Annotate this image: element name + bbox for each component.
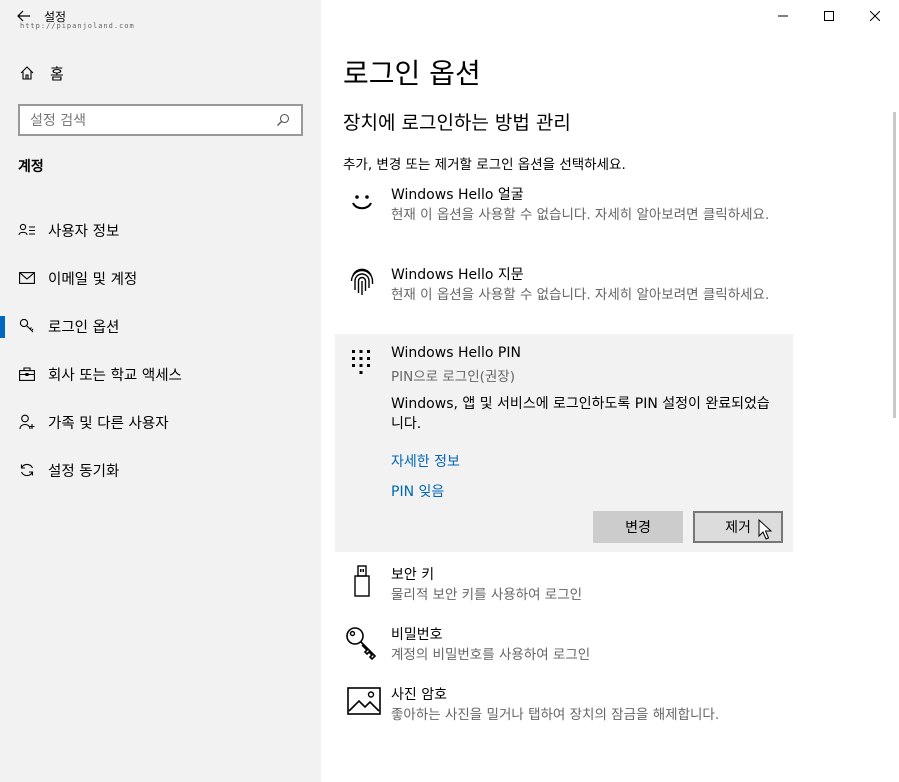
smiley-face-icon (347, 186, 377, 216)
keypad-icon (349, 348, 377, 376)
option-hello-fingerprint[interactable]: Windows Hello 지문 현재 이 옵션을 사용할 수 없습니다. 자세… (343, 264, 791, 324)
sidebar-item-family[interactable]: 가족 및 다른 사용자 (0, 398, 321, 446)
option-desc: Windows, 앱 및 서비스에 로그인하도록 PIN 설정이 완료되었습니다… (391, 396, 770, 432)
sidebar-item-sync[interactable]: 설정 동기화 (0, 446, 321, 494)
option-title: 비밀번호 (391, 627, 443, 643)
option-title: 보안 키 (391, 567, 435, 583)
sidebar-item-label: 사용자 정보 (48, 223, 120, 240)
option-password[interactable]: 비밀번호 계정의 비밀번호를 사용하여 로그인 (343, 624, 791, 668)
usb-key-icon (347, 565, 377, 597)
sidebar-item-label: 가족 및 다른 사용자 (48, 415, 169, 432)
option-desc: 물리적 보안 키를 사용하여 로그인 (391, 587, 583, 603)
sidebar-item-label: 회사 또는 학교 액세스 (48, 367, 182, 384)
option-security-key[interactable]: 보안 키 물리적 보안 키를 사용하여 로그인 (343, 564, 791, 608)
option-title: Windows Hello PIN (391, 345, 521, 361)
sidebar-item-sign-in-options[interactable]: 로그인 옵션 (0, 302, 321, 350)
content-pane: 로그인 옵션 장치에 로그인하는 방법 관리 추가, 변경 또는 제거할 로그인… (321, 0, 899, 782)
scrollbar-thumb[interactable] (893, 112, 896, 418)
mail-icon (18, 269, 36, 287)
option-title: Windows Hello 지문 (391, 267, 524, 283)
learn-more-link[interactable]: 자세한 정보 (391, 451, 460, 471)
option-picture-password[interactable]: 사진 암호 좋아하는 사진을 밀거나 탭하여 장치의 잠금을 해제합니다. (343, 684, 791, 744)
search-icon[interactable] (275, 112, 291, 128)
mouse-cursor-icon (758, 519, 772, 540)
search-box[interactable]: 설정 검색 (18, 104, 303, 136)
key-icon (345, 626, 379, 660)
back-arrow-icon (17, 10, 30, 22)
user-info-icon (18, 221, 36, 239)
briefcase-icon (18, 365, 36, 383)
home-icon (18, 64, 36, 82)
sidebar-nav: 사용자 정보 이메일 및 계정 로그인 옵션 회사 또는 학교 액세스 가족 및… (0, 206, 321, 494)
sidebar-item-label: 이메일 및 계정 (48, 271, 138, 288)
sidebar-item-user-info[interactable]: 사용자 정보 (0, 206, 321, 254)
forgot-pin-link[interactable]: PIN 잊음 (391, 481, 444, 501)
page-title: 로그인 옵션 (343, 57, 481, 90)
option-desc: 계정의 비밀번호를 사용하여 로그인 (391, 647, 591, 663)
option-title: 사진 암호 (391, 687, 447, 703)
instruction-text: 추가, 변경 또는 제거할 로그인 옵션을 선택하세요. (343, 157, 626, 173)
watermark: http://pipanjoland.com (20, 22, 135, 30)
option-desc: 현재 이 옵션을 사용할 수 없습니다. 자세히 알아보려면 클릭하세요. (391, 287, 770, 303)
option-desc: 현재 이 옵션을 사용할 수 없습니다. 자세히 알아보려면 클릭하세요. (391, 207, 770, 223)
home-label: 홈 (50, 64, 64, 83)
section-title: 계정 (18, 159, 44, 175)
picture-icon (347, 686, 381, 716)
sidebar-item-home[interactable]: 홈 (18, 62, 64, 84)
sidebar-item-label: 설정 동기화 (48, 463, 120, 480)
fingerprint-icon (347, 266, 377, 296)
key-icon (18, 317, 36, 335)
option-desc: 좋아하는 사진을 밀거나 탭하여 장치의 잠금을 해제합니다. (391, 707, 720, 723)
sidebar-item-label: 로그인 옵션 (48, 319, 120, 336)
option-title: Windows Hello 얼굴 (391, 187, 524, 203)
sidebar: 설정 http://pipanjoland.com 홈 설정 검색 계정 사용자… (0, 0, 321, 782)
page-subtitle: 장치에 로그인하는 방법 관리 (343, 112, 571, 134)
option-subtitle: PIN으로 로그인(권장) (391, 369, 515, 385)
sidebar-item-work-school[interactable]: 회사 또는 학교 액세스 (0, 350, 321, 398)
option-hello-face[interactable]: Windows Hello 얼굴 현재 이 옵션을 사용할 수 없습니다. 자세… (343, 184, 791, 244)
search-input[interactable]: 설정 검색 (30, 110, 275, 130)
sidebar-item-email[interactable]: 이메일 및 계정 (0, 254, 321, 302)
person-add-icon (18, 413, 36, 431)
change-pin-button[interactable]: 변경 (593, 511, 683, 543)
sync-icon (18, 461, 36, 479)
option-hello-pin-panel: Windows Hello PIN PIN으로 로그인(권장) Windows,… (335, 334, 793, 552)
